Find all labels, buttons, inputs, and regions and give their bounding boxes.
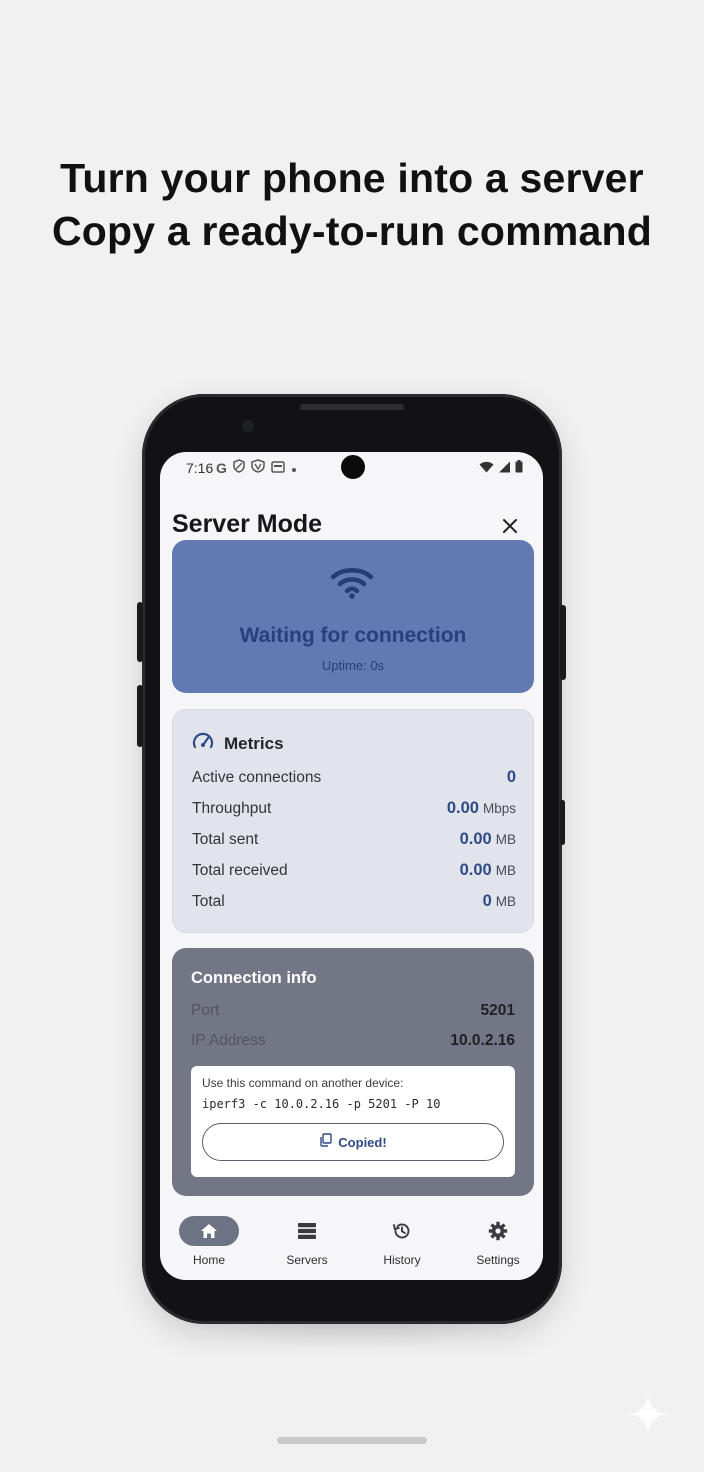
nav-item-history[interactable]: History <box>362 1214 442 1274</box>
nav-item-servers[interactable]: Servers <box>267 1214 347 1274</box>
command-text[interactable]: iperf3 -c 10.0.2.16 -p 5201 -P 10 <box>202 1097 440 1111</box>
camera-punch-hole <box>341 455 365 479</box>
phone-screen: 7:16 G Server Mode Waiting for connectio… <box>160 452 543 1280</box>
headline: Turn your phone into a server Copy a rea… <box>0 152 704 258</box>
connection-status-card: Waiting for connection Uptime: 0s <box>172 540 534 693</box>
vpn-icon <box>251 459 265 476</box>
command-box: Use this command on another device: iper… <box>191 1066 515 1177</box>
page-title: Server Mode <box>172 510 323 538</box>
metric-label: Total received <box>192 862 288 879</box>
metric-unit: MB <box>495 894 516 909</box>
connection-status-text: Waiting for connection <box>239 624 467 647</box>
uptime-text: Uptime: 0s <box>321 658 385 673</box>
metrics-header: Metrics <box>192 732 284 755</box>
metric-unit: MB <box>495 832 516 847</box>
wifi-status-icon <box>479 460 494 476</box>
headline-line-2: Copy a ready-to-run command <box>52 208 652 254</box>
copy-icon <box>319 1132 332 1152</box>
gear-icon <box>488 1221 508 1241</box>
nav-label: Settings <box>476 1253 520 1267</box>
nav-label: History <box>383 1253 421 1267</box>
status-right-icons <box>479 460 523 476</box>
status-left-icons: G <box>216 459 297 476</box>
metric-value: 0 <box>482 892 492 910</box>
metric-label: Active connections <box>192 769 322 786</box>
home-icon <box>201 1224 217 1238</box>
ip-address-value: 10.0.2.16 <box>450 1032 515 1049</box>
metric-unit: MB <box>495 863 516 878</box>
history-icon <box>393 1223 410 1239</box>
nav-item-home[interactable]: Home <box>169 1214 249 1274</box>
close-button[interactable] <box>498 514 522 538</box>
ip-address-label: IP Address <box>191 1032 266 1049</box>
metric-value: 0.00 <box>446 799 479 817</box>
metric-row-total: Total 0 MB <box>192 892 516 914</box>
phone-speaker <box>300 404 404 410</box>
nav-label: Home <box>192 1253 225 1267</box>
speedometer-icon <box>192 732 214 755</box>
metric-unit: Mbps <box>482 801 516 816</box>
shield-icon <box>233 459 245 476</box>
servers-icon <box>298 1223 316 1239</box>
battery-icon <box>515 460 523 476</box>
port-row: Port 5201 <box>191 1002 515 1020</box>
ip-address-row: IP Address 10.0.2.16 <box>191 1032 515 1050</box>
phone-side-button-left-1 <box>137 602 143 662</box>
google-g-icon: G <box>216 459 227 476</box>
phone-side-button-right-1 <box>560 605 566 680</box>
signal-icon <box>498 460 511 476</box>
bottom-navigation: Home Servers History Settings <box>160 1204 543 1280</box>
nav-item-settings[interactable]: Settings <box>458 1214 538 1274</box>
metrics-card: Metrics Active connections 0 Throughput … <box>172 709 534 933</box>
phone-side-button-left-2 <box>137 685 143 747</box>
sparkle-icon <box>626 1392 670 1441</box>
command-label: Use this command on another device: <box>202 1076 404 1090</box>
dot-icon <box>291 460 297 476</box>
connection-info-title: Connection info <box>191 969 317 987</box>
copy-button-label: Copied! <box>338 1134 387 1150</box>
port-label: Port <box>191 1002 220 1019</box>
card-icon <box>271 460 285 476</box>
metric-value: 0.00 <box>459 830 492 848</box>
metric-label: Total <box>192 893 225 910</box>
metric-row-total-received: Total received 0.00 MB <box>192 861 516 883</box>
nav-label: Servers <box>286 1253 328 1267</box>
status-bar: 7:16 G <box>160 452 543 482</box>
status-time: 7:16 <box>186 460 214 476</box>
metric-label: Throughput <box>192 800 272 817</box>
wifi-icon <box>330 566 374 605</box>
home-indicator[interactable] <box>277 1437 427 1444</box>
copy-command-button[interactable]: Copied! <box>202 1123 504 1161</box>
metric-row-active-connections: Active connections 0 <box>192 768 516 790</box>
metric-label: Total sent <box>192 831 259 848</box>
phone-side-button-right-2 <box>560 800 565 845</box>
headline-line-1: Turn your phone into a server <box>60 155 644 201</box>
metric-row-throughput: Throughput 0.00 Mbps <box>192 799 516 821</box>
port-value: 5201 <box>480 1002 515 1019</box>
metric-row-total-sent: Total sent 0.00 MB <box>192 830 516 852</box>
connection-info-card: Connection info Port 5201 IP Address 10.… <box>172 948 534 1196</box>
metrics-title: Metrics <box>224 733 284 753</box>
metric-value: 0.00 <box>459 861 492 879</box>
front-camera <box>242 420 254 432</box>
metric-value: 0 <box>506 768 516 786</box>
close-icon <box>503 519 517 533</box>
